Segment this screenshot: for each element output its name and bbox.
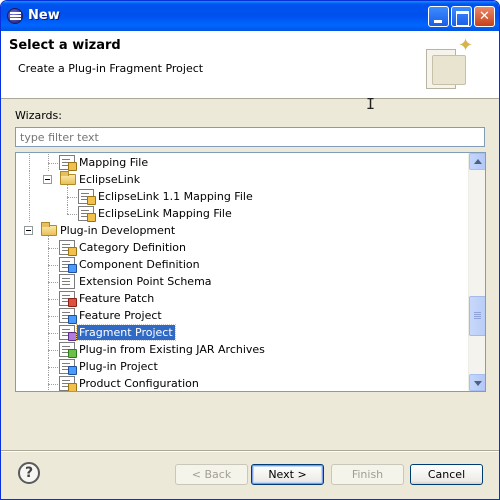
tree-item-label: Component Definition <box>79 258 200 271</box>
maximize-button[interactable] <box>451 6 472 27</box>
tree-item-component-definition[interactable]: Component Definition <box>16 256 470 273</box>
tree-item-feature-patch[interactable]: Feature Patch <box>16 290 470 307</box>
tree-item-fragment-project[interactable]: Fragment Project <box>16 324 470 341</box>
wizards-label: Wizards: <box>15 109 62 122</box>
filter-input[interactable] <box>15 127 485 147</box>
window-title: New <box>28 8 60 23</box>
banner-description: Create a Plug-in Fragment Project <box>18 62 204 75</box>
title-bar[interactable]: New ✕ <box>1 1 499 31</box>
tree-vertical-scrollbar[interactable] <box>468 153 485 391</box>
wizard-banner-icon: ✦ <box>424 37 474 91</box>
folder-open-icon <box>60 171 76 185</box>
eclipse-icon <box>7 8 23 24</box>
text-cursor-icon: I <box>366 95 376 113</box>
wizard-banner: Select a wizard Create a Plug-in Fragmen… <box>1 31 499 113</box>
product-config-icon <box>59 376 77 391</box>
category-icon <box>59 240 77 256</box>
tree-item-label: EclipseLink <box>79 173 141 186</box>
tree-item-label: Mapping File <box>79 156 149 169</box>
tree-item-eclipselink-1-1-mapping-file[interactable]: EclipseLink 1.1 Mapping File <box>16 188 470 205</box>
tree-item-label: Category Definition <box>79 241 187 254</box>
fragment-project-icon <box>59 325 77 341</box>
tree-item-label: EclipseLink 1.1 Mapping File <box>98 190 253 203</box>
scroll-thumb[interactable] <box>469 296 485 336</box>
folder-open-icon <box>41 222 57 236</box>
tree-item-label: Plug-in Project <box>79 360 158 373</box>
banner-title: Select a wizard <box>9 38 121 53</box>
collapse-toggle[interactable] <box>24 226 33 235</box>
tree-item-label: Feature Patch <box>79 292 155 305</box>
jar-plugin-icon <box>59 342 77 358</box>
wizard-tree[interactable]: Mapping File EclipseLink EclipseLink 1.1… <box>15 152 486 392</box>
tree-item-label: EclipseLink Mapping File <box>98 207 232 220</box>
tree-item-label: Plug-in Development <box>60 224 176 237</box>
finish-button[interactable]: Finish <box>331 464 404 485</box>
tree-item-category-definition[interactable]: Category Definition <box>16 239 470 256</box>
tree-item-mapping-file[interactable]: Mapping File <box>16 154 470 171</box>
tree-item-label: Feature Project <box>79 309 162 322</box>
feature-patch-icon <box>59 291 77 307</box>
plugin-project-icon <box>59 359 77 375</box>
collapse-toggle[interactable] <box>43 175 52 184</box>
new-wizard-dialog: New ✕ Select a wizard Create a Plug-in F… <box>0 0 500 500</box>
tree-item-product-configuration[interactable]: Product Configuration <box>16 375 470 391</box>
close-button[interactable]: ✕ <box>474 6 495 27</box>
cancel-button[interactable]: Cancel <box>410 464 483 485</box>
help-button[interactable]: ? <box>18 462 40 484</box>
scroll-down-button[interactable] <box>469 374 485 391</box>
tree-item-label: Product Configuration <box>79 377 199 390</box>
next-button[interactable]: Next > <box>251 464 324 485</box>
minimize-button[interactable] <box>428 6 449 27</box>
mapping-file-icon <box>78 206 96 222</box>
tree-item-label: Plug-in from Existing JAR Archives <box>79 343 265 356</box>
tree-item-plug-in-development[interactable]: Plug-in Development <box>16 222 470 239</box>
mapping-file-icon <box>78 189 96 205</box>
feature-project-icon <box>59 308 77 324</box>
tree-item-plug-in-project[interactable]: Plug-in Project <box>16 358 470 375</box>
tree-item-eclipselink-mapping-file[interactable]: EclipseLink Mapping File <box>16 205 470 222</box>
tree-item-extension-point-schema[interactable]: Extension Point Schema <box>16 273 470 290</box>
scroll-up-button[interactable] <box>469 153 485 170</box>
tree-item-feature-project[interactable]: Feature Project <box>16 307 470 324</box>
mapping-file-icon <box>59 155 77 171</box>
component-icon <box>59 257 77 273</box>
tree-item-label: Extension Point Schema <box>79 275 212 288</box>
tree-item-eclipselink[interactable]: EclipseLink <box>16 171 470 188</box>
back-button[interactable]: < Back <box>175 464 248 485</box>
tree-item-plug-in-from-existing-jar-archives[interactable]: Plug-in from Existing JAR Archives <box>16 341 470 358</box>
schema-icon <box>59 274 75 289</box>
button-bar-separator <box>1 450 499 452</box>
tree-item-label-selected: Fragment Project <box>76 324 176 341</box>
